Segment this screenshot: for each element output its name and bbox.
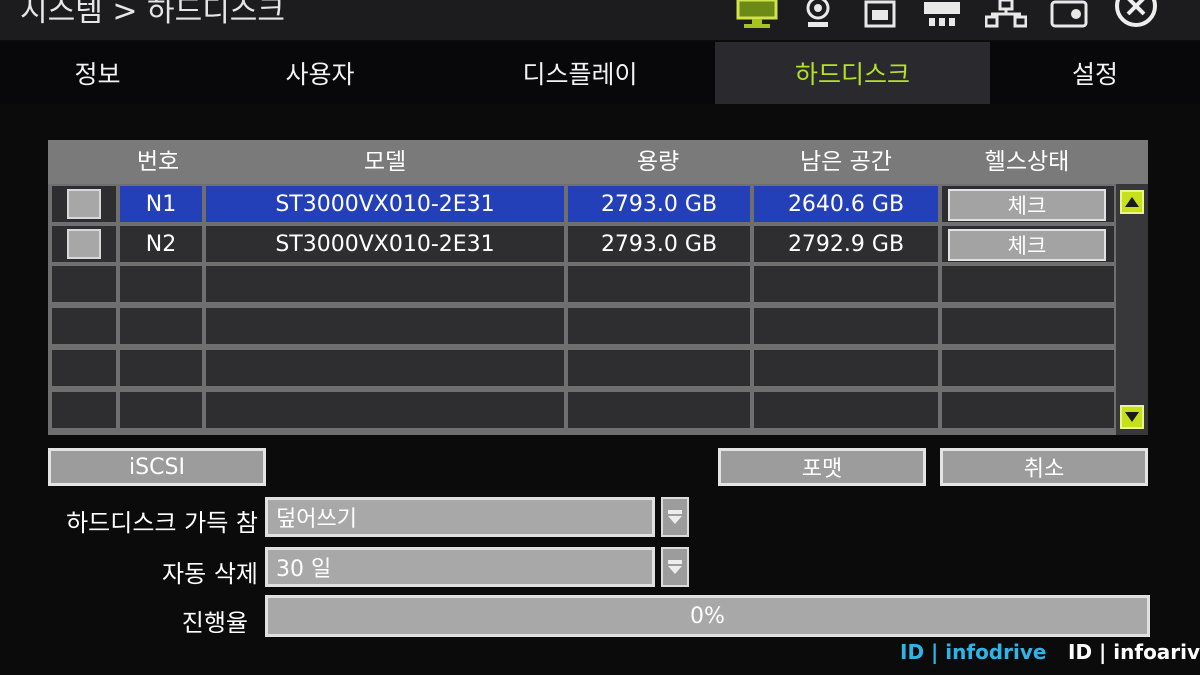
row-checkbox[interactable] <box>67 189 101 219</box>
watermark-logo: ID | infoarive <box>1068 640 1200 664</box>
empty-cell <box>568 350 750 386</box>
progress-percent: 0% <box>690 603 725 629</box>
cell-model: ST3000VX010-2E31 <box>206 186 564 222</box>
tab-bar: 정보 사용자 디스플레이 하드디스크 설정 <box>0 42 1200 104</box>
storage-icon[interactable] <box>1048 0 1090 30</box>
health-cell: 체크 <box>942 226 1114 262</box>
table-row <box>48 306 1114 346</box>
tab-label: 정보 <box>74 60 121 89</box>
auto-delete-dropdown-button[interactable] <box>661 547 689 587</box>
empty-cell <box>942 392 1114 428</box>
empty-cell <box>52 308 116 344</box>
tab-users[interactable]: 사용자 <box>195 42 445 104</box>
table-row <box>48 348 1114 388</box>
chevron-down-icon <box>668 560 682 574</box>
scroll-up-button[interactable] <box>1120 190 1144 214</box>
cancel-button[interactable]: 취소 <box>940 448 1148 486</box>
tab-label: 디스플레이 <box>522 60 638 89</box>
chevron-down-icon <box>668 510 682 524</box>
cell-free-space: 2792.9 GB <box>754 226 938 262</box>
arrow-down-icon <box>1125 412 1139 422</box>
health-check-button[interactable]: 체크 <box>948 189 1106 221</box>
header-model: 모델 <box>363 149 407 175</box>
recorder-icon[interactable] <box>860 0 900 30</box>
empty-cell <box>206 266 564 302</box>
empty-cell <box>942 308 1114 344</box>
empty-cell <box>568 392 750 428</box>
empty-cell <box>120 392 202 428</box>
cell-model: ST3000VX010-2E31 <box>206 226 564 262</box>
empty-cell <box>52 392 116 428</box>
window-title: 시스템 > 하드디스크 <box>20 0 286 29</box>
empty-cell <box>942 266 1114 302</box>
header-health: 헬스상태 <box>984 149 1070 175</box>
auto-delete-label: 자동 삭제 <box>162 560 258 588</box>
auto-delete-select[interactable]: 30 일 <box>265 547 655 587</box>
empty-cell <box>120 350 202 386</box>
header-free-space: 남은 공간 <box>800 149 892 175</box>
cell-capacity: 2793.0 GB <box>568 186 750 222</box>
camera-icon[interactable] <box>798 0 838 30</box>
empty-cell <box>206 350 564 386</box>
cell-number: N1 <box>120 186 202 222</box>
tab-label: 하드디스크 <box>794 60 910 89</box>
table-row[interactable]: N1 ST3000VX010-2E31 2793.0 GB 2640.6 GB … <box>48 184 1114 224</box>
empty-cell <box>942 350 1114 386</box>
empty-cell <box>120 266 202 302</box>
table-row <box>48 390 1114 430</box>
row-checkbox[interactable] <box>67 229 101 259</box>
watermark-logo: ID | infodrive <box>900 640 1047 664</box>
network-icon[interactable] <box>984 0 1028 30</box>
cell-free-space: 2640.6 GB <box>754 186 938 222</box>
tab-label: 설정 <box>1071 60 1118 89</box>
empty-cell <box>754 308 938 344</box>
arrow-up-icon <box>1125 197 1139 207</box>
table-scrollbar[interactable] <box>1116 184 1148 435</box>
network-card-icon[interactable] <box>920 0 964 30</box>
cell-capacity: 2793.0 GB <box>568 226 750 262</box>
title-bar: 시스템 > 하드디스크 <box>0 0 1200 40</box>
progress-bar: 0% <box>265 595 1150 637</box>
header-capacity: 용량 <box>636 149 680 175</box>
format-button[interactable]: 포맷 <box>718 448 926 486</box>
monitor-icon[interactable] <box>732 0 782 30</box>
cell-number: N2 <box>120 226 202 262</box>
health-cell: 체크 <box>942 186 1114 222</box>
empty-cell <box>568 308 750 344</box>
table-header: 번호 모델 용량 남은 공간 헬스상태 <box>48 140 1148 184</box>
close-icon[interactable] <box>1112 0 1160 30</box>
header-number: 번호 <box>136 149 180 175</box>
hdd-full-dropdown-button[interactable] <box>661 497 689 537</box>
table-row <box>48 264 1114 304</box>
empty-cell <box>754 266 938 302</box>
tab-settings[interactable]: 설정 <box>990 42 1200 104</box>
tab-label: 사용자 <box>285 60 355 89</box>
empty-cell <box>206 392 564 428</box>
iscsi-button[interactable]: iSCSI <box>48 448 266 486</box>
empty-cell <box>120 308 202 344</box>
hdd-full-label: 하드디스크 가득 참 <box>66 509 258 537</box>
health-check-button[interactable]: 체크 <box>948 229 1106 261</box>
select-cell <box>52 226 116 262</box>
empty-cell <box>568 266 750 302</box>
empty-cell <box>754 350 938 386</box>
scroll-down-button[interactable] <box>1120 405 1144 429</box>
empty-cell <box>206 308 564 344</box>
hdd-full-select[interactable]: 덮어쓰기 <box>265 497 655 537</box>
table-row[interactable]: N2 ST3000VX010-2E31 2793.0 GB 2792.9 GB … <box>48 224 1114 264</box>
select-cell <box>52 186 116 222</box>
empty-cell <box>52 266 116 302</box>
progress-label: 진행율 <box>181 609 248 637</box>
empty-cell <box>754 392 938 428</box>
tab-harddisk[interactable]: 하드디스크 <box>715 42 990 104</box>
tab-info[interactable]: 정보 <box>0 42 195 104</box>
tab-display[interactable]: 디스플레이 <box>445 42 715 104</box>
hdd-table: 번호 모델 용량 남은 공간 헬스상태 N1 ST3000VX010-2E31 … <box>48 140 1148 435</box>
empty-cell <box>52 350 116 386</box>
